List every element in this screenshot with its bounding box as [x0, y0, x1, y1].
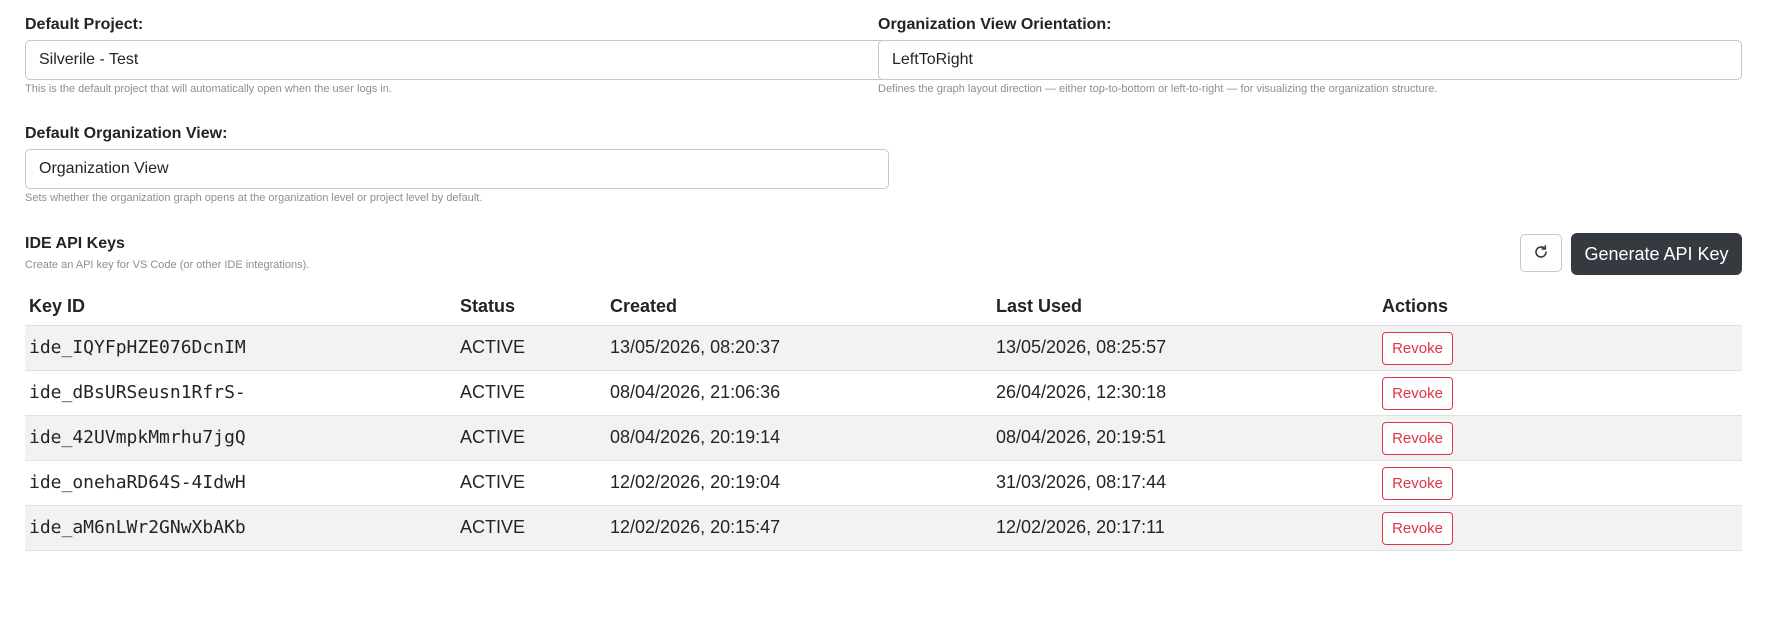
settings-page: Default Project: This is the default pro…: [0, 0, 1767, 619]
revoke-button[interactable]: Revoke: [1382, 467, 1453, 500]
key-id-cell: ide_aM6nLWr2GNwXbAKb: [25, 505, 456, 551]
status-cell: ACTIVE: [456, 325, 606, 371]
column-header-status: Status: [456, 289, 606, 326]
key-id-cell: ide_onehaRD64S-4IdwH: [25, 460, 456, 506]
default-project-label: Default Project:: [25, 16, 144, 33]
status-cell: ACTIVE: [456, 505, 606, 551]
column-header-actions: Actions: [1378, 289, 1742, 326]
api-keys-subtitle: Create an API key for VS Code (or other …: [25, 259, 310, 271]
actions-cell: Revoke: [1378, 370, 1742, 416]
table-row: ide_IQYFpHZE076DcnIM ACTIVE 13/05/2026, …: [25, 325, 1742, 371]
actions-cell: Revoke: [1378, 415, 1742, 461]
revoke-button[interactable]: Revoke: [1382, 422, 1453, 455]
key-id-cell: ide_IQYFpHZE076DcnIM: [25, 325, 456, 371]
created-cell: 08/04/2026, 21:06:36: [606, 370, 992, 416]
default-org-view-help: Sets whether the organization graph open…: [25, 192, 483, 204]
table-row: ide_42UVmpkMmrhu7jgQ ACTIVE 08/04/2026, …: [25, 415, 1742, 461]
status-cell: ACTIVE: [456, 460, 606, 506]
last-used-cell: 26/04/2026, 12:30:18: [992, 370, 1378, 416]
last-used-cell: 31/03/2026, 08:17:44: [992, 460, 1378, 506]
table-row: ide_aM6nLWr2GNwXbAKb ACTIVE 12/02/2026, …: [25, 505, 1742, 551]
created-cell: 08/04/2026, 20:19:14: [606, 415, 992, 461]
last-used-cell: 08/04/2026, 20:19:51: [992, 415, 1378, 461]
org-view-orientation-label: Organization View Orientation:: [878, 16, 1112, 33]
actions-cell: Revoke: [1378, 505, 1742, 551]
default-project-input[interactable]: [25, 40, 889, 80]
default-project-field: Default Project: This is the default pro…: [25, 15, 889, 96]
column-header-last-used: Last Used: [992, 289, 1378, 326]
table-row: ide_onehaRD64S-4IdwH ACTIVE 12/02/2026, …: [25, 460, 1742, 506]
status-cell: ACTIVE: [456, 370, 606, 416]
default-org-view-field: Default Organization View: Sets whether …: [25, 124, 889, 205]
revoke-button[interactable]: Revoke: [1382, 332, 1453, 365]
actions-cell: Revoke: [1378, 460, 1742, 506]
org-view-orientation-help: Defines the graph layout direction — eit…: [878, 83, 1438, 95]
status-cell: ACTIVE: [456, 415, 606, 461]
api-keys-table: Key ID Status Created Last Used Actions …: [25, 289, 1742, 551]
column-header-key-id: Key ID: [25, 289, 456, 326]
created-cell: 12/02/2026, 20:15:47: [606, 505, 992, 551]
api-keys-title: IDE API Keys: [25, 235, 125, 252]
actions-cell: Revoke: [1378, 325, 1742, 371]
key-id-cell: ide_dBsURSeusn1RfrS-: [25, 370, 456, 416]
generate-api-key-button[interactable]: Generate API Key: [1571, 233, 1742, 275]
table-header-row: Key ID Status Created Last Used Actions: [25, 289, 1742, 326]
default-org-view-input[interactable]: [25, 149, 889, 189]
revoke-button[interactable]: Revoke: [1382, 377, 1453, 410]
table-row: ide_dBsURSeusn1RfrS- ACTIVE 08/04/2026, …: [25, 370, 1742, 416]
default-org-view-label: Default Organization View:: [25, 125, 228, 142]
created-cell: 13/05/2026, 08:20:37: [606, 325, 992, 371]
refresh-icon: [1533, 244, 1549, 263]
revoke-button[interactable]: Revoke: [1382, 512, 1453, 545]
key-id-cell: ide_42UVmpkMmrhu7jgQ: [25, 415, 456, 461]
org-view-orientation-input[interactable]: [878, 40, 1742, 80]
column-header-created: Created: [606, 289, 992, 326]
org-view-orientation-field: Organization View Orientation: Defines t…: [878, 15, 1742, 96]
last-used-cell: 13/05/2026, 08:25:57: [992, 325, 1378, 371]
created-cell: 12/02/2026, 20:19:04: [606, 460, 992, 506]
last-used-cell: 12/02/2026, 20:17:11: [992, 505, 1378, 551]
refresh-button[interactable]: [1520, 234, 1562, 272]
default-project-help: This is the default project that will au…: [25, 83, 392, 95]
